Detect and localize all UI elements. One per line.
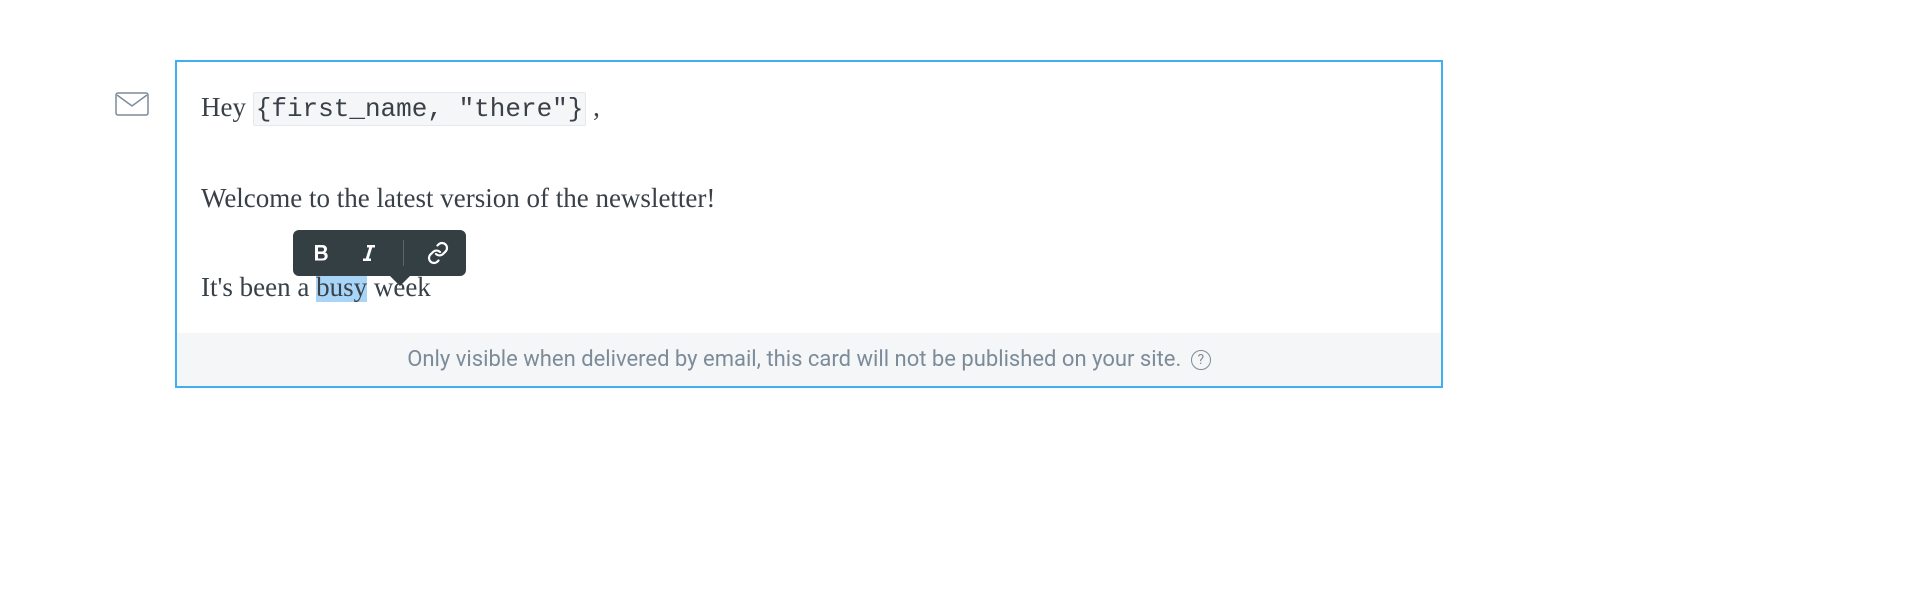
email-content-area[interactable]: Hey {first_name, "there"} , Welcome to t… — [177, 62, 1441, 333]
selected-text[interactable]: busy — [316, 272, 367, 302]
link-button[interactable] — [424, 239, 452, 267]
italic-icon — [357, 241, 381, 265]
italic-button[interactable] — [355, 239, 383, 267]
link-icon — [426, 241, 450, 265]
line3-before: It's been a — [201, 272, 316, 302]
toolbar-divider — [403, 240, 404, 266]
welcome-line: Welcome to the latest version of the new… — [201, 177, 1417, 220]
greeting-line: Hey {first_name, "there"} , — [201, 86, 1417, 131]
greeting-prefix: Hey — [201, 92, 253, 122]
greeting-suffix: , — [586, 92, 600, 122]
placeholder-token[interactable]: {first_name, "there"} — [253, 92, 587, 126]
help-icon[interactable]: ? — [1191, 350, 1211, 370]
formatting-toolbar — [293, 230, 466, 276]
email-card[interactable]: Hey {first_name, "there"} , Welcome to t… — [175, 60, 1443, 388]
bold-icon — [309, 241, 333, 265]
bold-button[interactable] — [307, 239, 335, 267]
email-card-footer: Only visible when delivered by email, th… — [177, 333, 1441, 386]
envelope-icon — [115, 92, 149, 116]
footer-notice-text: Only visible when delivered by email, th… — [407, 347, 1181, 372]
